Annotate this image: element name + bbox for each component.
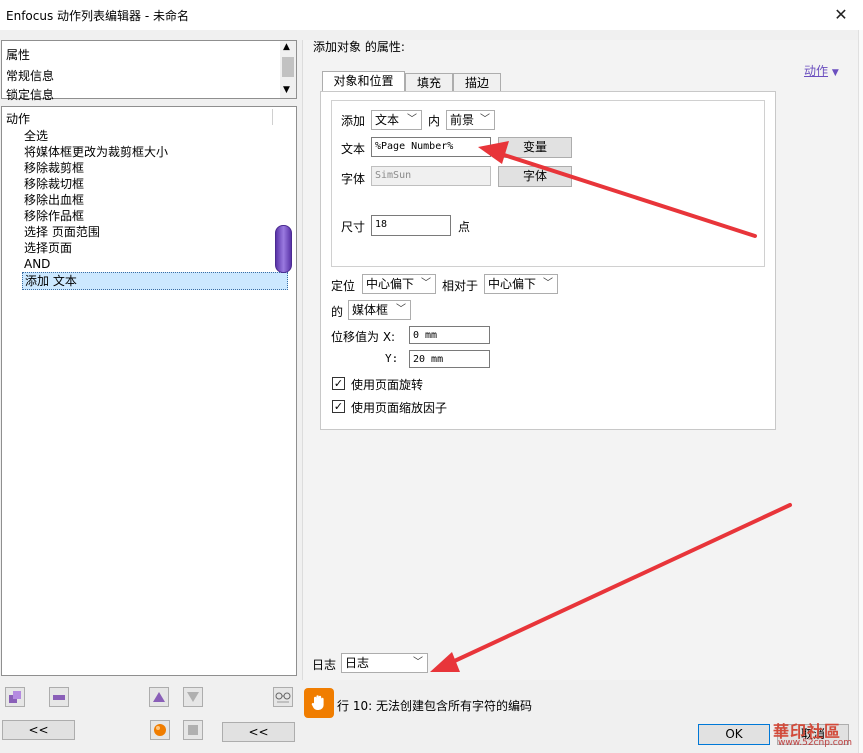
annotation-arrow-line xyxy=(496,151,757,238)
annotation-arrowhead xyxy=(430,652,460,672)
annotation-arrowhead xyxy=(478,141,509,164)
annotation-arrow-line xyxy=(446,503,792,666)
watermark-url: www.52cnp.com xyxy=(778,738,853,748)
annotation-arrows xyxy=(430,141,792,672)
right-edge-strip xyxy=(858,30,863,753)
